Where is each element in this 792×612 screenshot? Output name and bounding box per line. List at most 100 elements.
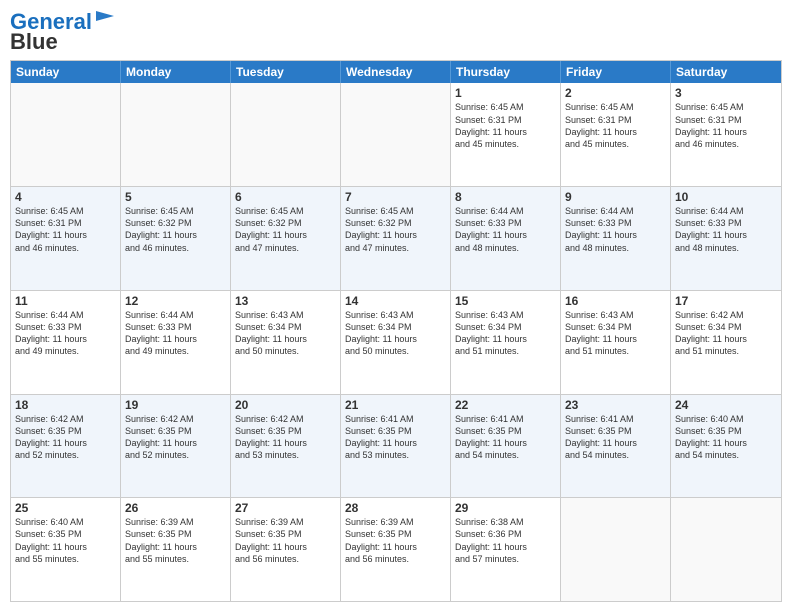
day-number: 17: [675, 294, 777, 308]
day-info: Sunrise: 6:44 AM Sunset: 6:33 PM Dayligh…: [125, 309, 226, 358]
day-info: Sunrise: 6:38 AM Sunset: 6:36 PM Dayligh…: [455, 516, 556, 565]
cal-cell: 7Sunrise: 6:45 AM Sunset: 6:32 PM Daylig…: [341, 187, 451, 290]
day-info: Sunrise: 6:44 AM Sunset: 6:33 PM Dayligh…: [455, 205, 556, 254]
day-number: 25: [15, 501, 116, 515]
day-number: 26: [125, 501, 226, 515]
header-cell-wednesday: Wednesday: [341, 61, 451, 83]
day-number: 24: [675, 398, 777, 412]
header-cell-friday: Friday: [561, 61, 671, 83]
day-info: Sunrise: 6:43 AM Sunset: 6:34 PM Dayligh…: [235, 309, 336, 358]
day-number: 28: [345, 501, 446, 515]
day-number: 7: [345, 190, 446, 204]
day-info: Sunrise: 6:42 AM Sunset: 6:35 PM Dayligh…: [235, 413, 336, 462]
day-info: Sunrise: 6:39 AM Sunset: 6:35 PM Dayligh…: [345, 516, 446, 565]
header-cell-saturday: Saturday: [671, 61, 781, 83]
week-row-1: 1Sunrise: 6:45 AM Sunset: 6:31 PM Daylig…: [11, 83, 781, 186]
header-cell-tuesday: Tuesday: [231, 61, 341, 83]
day-info: Sunrise: 6:41 AM Sunset: 6:35 PM Dayligh…: [345, 413, 446, 462]
day-info: Sunrise: 6:45 AM Sunset: 6:32 PM Dayligh…: [345, 205, 446, 254]
week-row-5: 25Sunrise: 6:40 AM Sunset: 6:35 PM Dayli…: [11, 497, 781, 601]
day-info: Sunrise: 6:45 AM Sunset: 6:31 PM Dayligh…: [455, 101, 556, 150]
cal-cell: 10Sunrise: 6:44 AM Sunset: 6:33 PM Dayli…: [671, 187, 781, 290]
day-info: Sunrise: 6:42 AM Sunset: 6:35 PM Dayligh…: [125, 413, 226, 462]
cal-cell: 22Sunrise: 6:41 AM Sunset: 6:35 PM Dayli…: [451, 395, 561, 498]
cal-cell: 18Sunrise: 6:42 AM Sunset: 6:35 PM Dayli…: [11, 395, 121, 498]
day-number: 2: [565, 86, 666, 100]
page: General Blue SundayMondayTuesdayWednesda…: [0, 0, 792, 612]
day-number: 9: [565, 190, 666, 204]
cal-cell: 8Sunrise: 6:44 AM Sunset: 6:33 PM Daylig…: [451, 187, 561, 290]
cal-cell: 20Sunrise: 6:42 AM Sunset: 6:35 PM Dayli…: [231, 395, 341, 498]
day-info: Sunrise: 6:39 AM Sunset: 6:35 PM Dayligh…: [235, 516, 336, 565]
cal-cell: 14Sunrise: 6:43 AM Sunset: 6:34 PM Dayli…: [341, 291, 451, 394]
cal-cell: 5Sunrise: 6:45 AM Sunset: 6:32 PM Daylig…: [121, 187, 231, 290]
header-cell-sunday: Sunday: [11, 61, 121, 83]
day-number: 19: [125, 398, 226, 412]
cal-cell: 12Sunrise: 6:44 AM Sunset: 6:33 PM Dayli…: [121, 291, 231, 394]
cal-cell: 19Sunrise: 6:42 AM Sunset: 6:35 PM Dayli…: [121, 395, 231, 498]
cal-cell: 23Sunrise: 6:41 AM Sunset: 6:35 PM Dayli…: [561, 395, 671, 498]
day-number: 22: [455, 398, 556, 412]
cal-cell: 26Sunrise: 6:39 AM Sunset: 6:35 PM Dayli…: [121, 498, 231, 601]
day-number: 3: [675, 86, 777, 100]
cal-cell: 24Sunrise: 6:40 AM Sunset: 6:35 PM Dayli…: [671, 395, 781, 498]
logo-blue: Blue: [10, 29, 58, 54]
logo-flag-icon: [94, 9, 116, 27]
day-number: 6: [235, 190, 336, 204]
cal-cell: 15Sunrise: 6:43 AM Sunset: 6:34 PM Dayli…: [451, 291, 561, 394]
day-number: 29: [455, 501, 556, 515]
day-info: Sunrise: 6:43 AM Sunset: 6:34 PM Dayligh…: [455, 309, 556, 358]
logo: General Blue: [10, 10, 116, 54]
day-number: 4: [15, 190, 116, 204]
day-number: 12: [125, 294, 226, 308]
cal-cell: 17Sunrise: 6:42 AM Sunset: 6:34 PM Dayli…: [671, 291, 781, 394]
calendar-body: 1Sunrise: 6:45 AM Sunset: 6:31 PM Daylig…: [11, 83, 781, 601]
day-number: 27: [235, 501, 336, 515]
day-info: Sunrise: 6:45 AM Sunset: 6:32 PM Dayligh…: [235, 205, 336, 254]
cal-cell: 9Sunrise: 6:44 AM Sunset: 6:33 PM Daylig…: [561, 187, 671, 290]
cal-cell: 4Sunrise: 6:45 AM Sunset: 6:31 PM Daylig…: [11, 187, 121, 290]
day-number: 14: [345, 294, 446, 308]
cal-cell: 13Sunrise: 6:43 AM Sunset: 6:34 PM Dayli…: [231, 291, 341, 394]
cal-cell: 25Sunrise: 6:40 AM Sunset: 6:35 PM Dayli…: [11, 498, 121, 601]
day-info: Sunrise: 6:43 AM Sunset: 6:34 PM Dayligh…: [565, 309, 666, 358]
cal-cell: 29Sunrise: 6:38 AM Sunset: 6:36 PM Dayli…: [451, 498, 561, 601]
day-number: 21: [345, 398, 446, 412]
day-info: Sunrise: 6:45 AM Sunset: 6:31 PM Dayligh…: [565, 101, 666, 150]
header-cell-thursday: Thursday: [451, 61, 561, 83]
day-info: Sunrise: 6:42 AM Sunset: 6:35 PM Dayligh…: [15, 413, 116, 462]
day-number: 16: [565, 294, 666, 308]
day-number: 13: [235, 294, 336, 308]
day-info: Sunrise: 6:45 AM Sunset: 6:32 PM Dayligh…: [125, 205, 226, 254]
day-number: 11: [15, 294, 116, 308]
day-number: 23: [565, 398, 666, 412]
week-row-2: 4Sunrise: 6:45 AM Sunset: 6:31 PM Daylig…: [11, 186, 781, 290]
cal-cell: 28Sunrise: 6:39 AM Sunset: 6:35 PM Dayli…: [341, 498, 451, 601]
cal-cell: 3Sunrise: 6:45 AM Sunset: 6:31 PM Daylig…: [671, 83, 781, 186]
day-number: 20: [235, 398, 336, 412]
day-number: 10: [675, 190, 777, 204]
cal-cell: [341, 83, 451, 186]
header: General Blue: [10, 10, 782, 54]
day-info: Sunrise: 6:41 AM Sunset: 6:35 PM Dayligh…: [565, 413, 666, 462]
day-number: 8: [455, 190, 556, 204]
cal-cell: [11, 83, 121, 186]
day-info: Sunrise: 6:40 AM Sunset: 6:35 PM Dayligh…: [15, 516, 116, 565]
cal-cell: 21Sunrise: 6:41 AM Sunset: 6:35 PM Dayli…: [341, 395, 451, 498]
day-info: Sunrise: 6:41 AM Sunset: 6:35 PM Dayligh…: [455, 413, 556, 462]
day-info: Sunrise: 6:44 AM Sunset: 6:33 PM Dayligh…: [15, 309, 116, 358]
day-number: 18: [15, 398, 116, 412]
day-number: 1: [455, 86, 556, 100]
cal-cell: 27Sunrise: 6:39 AM Sunset: 6:35 PM Dayli…: [231, 498, 341, 601]
cal-cell: [561, 498, 671, 601]
cal-cell: 1Sunrise: 6:45 AM Sunset: 6:31 PM Daylig…: [451, 83, 561, 186]
day-info: Sunrise: 6:45 AM Sunset: 6:31 PM Dayligh…: [15, 205, 116, 254]
calendar-header: SundayMondayTuesdayWednesdayThursdayFrid…: [11, 61, 781, 83]
day-info: Sunrise: 6:40 AM Sunset: 6:35 PM Dayligh…: [675, 413, 777, 462]
header-cell-monday: Monday: [121, 61, 231, 83]
cal-cell: [671, 498, 781, 601]
cal-cell: 2Sunrise: 6:45 AM Sunset: 6:31 PM Daylig…: [561, 83, 671, 186]
week-row-4: 18Sunrise: 6:42 AM Sunset: 6:35 PM Dayli…: [11, 394, 781, 498]
cal-cell: [231, 83, 341, 186]
calendar: SundayMondayTuesdayWednesdayThursdayFrid…: [10, 60, 782, 602]
